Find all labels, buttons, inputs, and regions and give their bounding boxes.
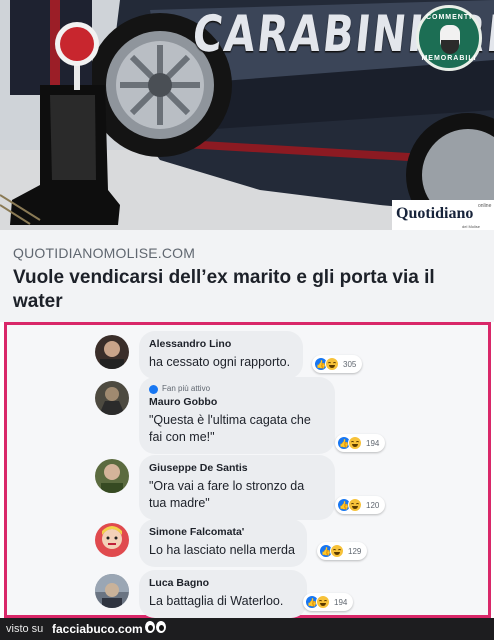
logo-beard-icon bbox=[441, 40, 459, 54]
fan-badge-icon bbox=[149, 384, 158, 394]
reaction-count: 194 bbox=[334, 597, 348, 607]
comment-text: Lo ha lasciato nella merda bbox=[149, 543, 295, 557]
avatar[interactable] bbox=[95, 381, 129, 415]
comment-author[interactable]: Mauro Gobbo bbox=[149, 396, 323, 409]
logo-online-text: online bbox=[478, 203, 492, 209]
link-headline[interactable]: Vuole vendicarsi dell’ex marito e gli po… bbox=[13, 266, 483, 314]
logo-top-text: COMMENTI bbox=[425, 14, 473, 21]
comment-bubble: Alessandro Lino ha cessato ogni rapporto… bbox=[139, 331, 303, 379]
article-image[interactable]: CARABINIERI COMMENTI MEMORABILI online Q… bbox=[0, 0, 494, 230]
comment-text: ha cessato ogni rapporto. bbox=[149, 355, 291, 369]
watermark-bar: visto su facciabuco.com bbox=[0, 618, 494, 640]
haha-icon bbox=[325, 357, 339, 371]
comments-panel: Alessandro Lino ha cessato ogni rapporto… bbox=[4, 322, 491, 618]
comment-text: "Questa è l'ultima cagata che fai con me… bbox=[149, 413, 311, 444]
watermark-prefix: visto su bbox=[6, 623, 44, 635]
comment-author[interactable]: Giuseppe De Santis bbox=[149, 462, 323, 475]
logo-sub-text: del Molise bbox=[462, 224, 481, 229]
reaction-count: 129 bbox=[348, 546, 362, 556]
reaction-count: 194 bbox=[366, 438, 380, 448]
top-fan-badge: Fan più attivo bbox=[149, 384, 323, 394]
logo-title-text: Quotidiano bbox=[396, 205, 474, 222]
comment-bubble: Fan più attivo Mauro Gobbo "Questa è l'u… bbox=[139, 377, 335, 454]
comment-author[interactable]: Simone Falcomata' bbox=[149, 526, 295, 539]
reactions-summary[interactable]: 👍 194 bbox=[303, 593, 354, 611]
top-fan-label: Fan più attivo bbox=[162, 384, 211, 393]
haha-icon bbox=[348, 436, 362, 450]
watermark-site[interactable]: facciabuco.com bbox=[52, 622, 143, 636]
avatar[interactable] bbox=[95, 523, 129, 557]
logo-bottom-text: MEMORABILI bbox=[421, 55, 477, 62]
reactions-summary[interactable]: 👍 120 bbox=[335, 496, 386, 514]
comment-text: La battaglia di Waterloo. bbox=[149, 594, 284, 608]
reactions-summary[interactable]: 👍 305 bbox=[312, 355, 363, 373]
commenti-memorabili-logo: COMMENTI MEMORABILI bbox=[416, 5, 482, 71]
link-preview[interactable]: QUOTIDIANOMOLISE.COM Vuole vendicarsi de… bbox=[0, 230, 494, 322]
haha-icon bbox=[330, 544, 344, 558]
eyes-icon bbox=[145, 621, 166, 633]
reactions-summary[interactable]: 👍 194 bbox=[335, 434, 386, 452]
quotidiano-logo: online Quotidiano del Molise bbox=[392, 200, 494, 230]
comment-bubble: Giuseppe De Santis "Ora vai a fare lo st… bbox=[139, 455, 335, 520]
comment-bubble: Luca Bagno La battaglia di Waterloo. bbox=[139, 570, 307, 618]
comment-author[interactable]: Luca Bagno bbox=[149, 577, 295, 590]
reaction-count: 305 bbox=[343, 359, 357, 369]
reactions-summary[interactable]: 👍 129 bbox=[317, 542, 368, 560]
comment-author[interactable]: Alessandro Lino bbox=[149, 338, 291, 351]
haha-icon bbox=[316, 595, 330, 609]
avatar[interactable] bbox=[95, 335, 129, 369]
link-domain: QUOTIDIANOMOLISE.COM bbox=[13, 245, 196, 261]
avatar[interactable] bbox=[95, 574, 129, 608]
comment-text: "Ora vai a fare lo stronzo da tua madre" bbox=[149, 479, 305, 510]
reaction-count: 120 bbox=[366, 500, 380, 510]
avatar[interactable] bbox=[95, 459, 129, 493]
haha-icon bbox=[348, 498, 362, 512]
comment-bubble: Simone Falcomata' Lo ha lasciato nella m… bbox=[139, 519, 307, 567]
